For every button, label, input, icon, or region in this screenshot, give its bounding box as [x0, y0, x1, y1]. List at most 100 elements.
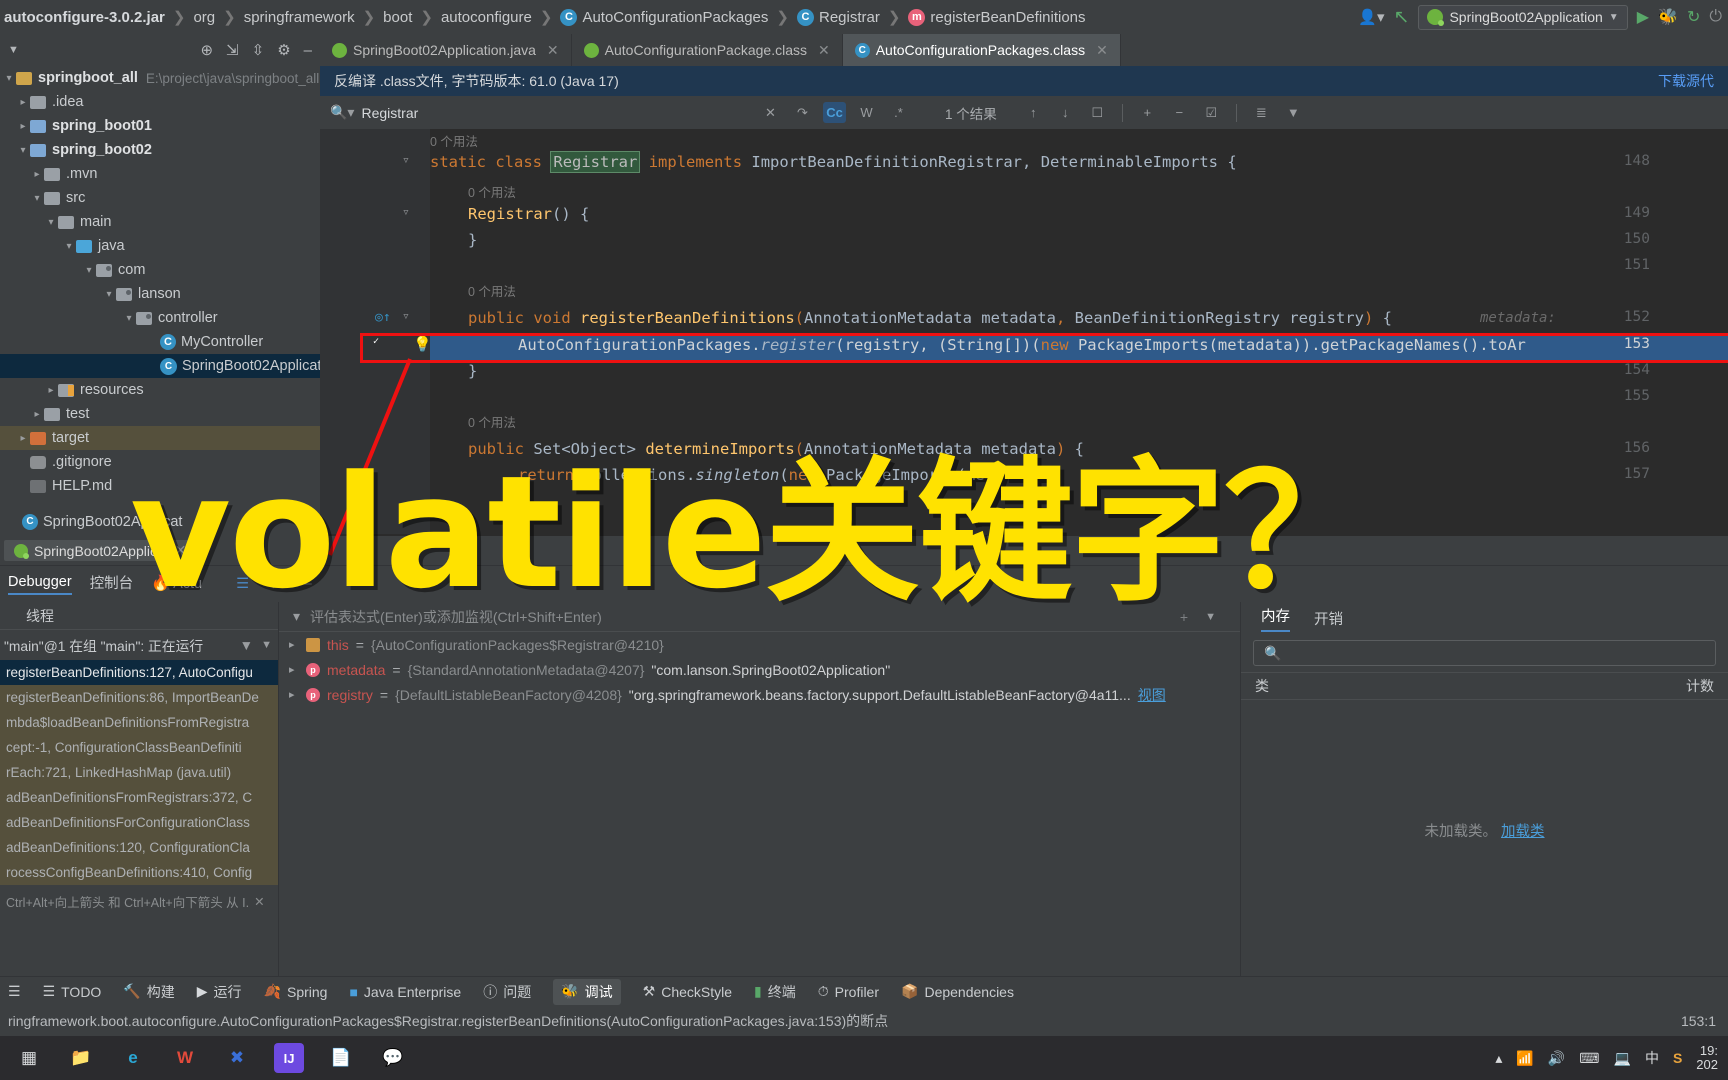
fold-marker-icon[interactable]: ▿: [402, 205, 410, 220]
browser-icon[interactable]: e: [118, 1043, 148, 1073]
close-icon[interactable]: ✕: [1096, 42, 1108, 59]
xmind-icon[interactable]: ✖: [222, 1043, 252, 1073]
tree-item-resources[interactable]: ▸ resources: [0, 378, 320, 402]
tree-item-spring-boot02[interactable]: ▾ spring_boot02: [0, 138, 320, 162]
ime-cn-icon[interactable]: 中: [1645, 1048, 1659, 1068]
whole-words-button[interactable]: W: [855, 102, 878, 123]
chevron-down-icon[interactable]: ▾: [62, 241, 76, 252]
breadcrumb-item-registerbeandefinitions[interactable]: m registerBeanDefinitions: [908, 8, 1086, 26]
chevron-right-icon[interactable]: ▸: [44, 385, 58, 396]
code-text-area[interactable]: 0 个用法 148 ▿ static class Registrar imple…: [320, 129, 1728, 534]
hide-icon[interactable]: –: [304, 42, 312, 59]
scroll-from-source-icon[interactable]: ⊕: [200, 41, 213, 59]
variable-row-metadata[interactable]: ▸ p metadata = {StandardAnnotationMetada…: [279, 657, 1240, 682]
match-case-button[interactable]: Cc: [823, 102, 846, 123]
sort-icon[interactable]: ≣: [1250, 102, 1273, 123]
expand-all-icon[interactable]: ⇲: [226, 41, 239, 59]
chevron-right-icon[interactable]: ▸: [289, 638, 299, 651]
add-watch-icon[interactable]: +: [1180, 609, 1188, 625]
tab-autoconfigurationpackage-class[interactable]: AutoConfigurationPackage.class ✕: [572, 34, 843, 66]
tab-autoconfigurationpackages-class[interactable]: C AutoConfigurationPackages.class ✕: [842, 34, 1121, 66]
filter-icon[interactable]: ▼: [239, 638, 253, 653]
tree-item-mycontroller[interactable]: ▸ C MyController: [0, 330, 320, 354]
chevron-down-icon[interactable]: ▼: [1205, 611, 1216, 623]
stop-icon[interactable]: ⏻: [1709, 8, 1722, 26]
chevron-right-icon[interactable]: ▸: [30, 409, 44, 420]
view-value-link[interactable]: 视图: [1138, 685, 1166, 705]
search-input[interactable]: 🔍▾ Registrar: [330, 104, 750, 121]
tree-item-lanson[interactable]: ▾ lanson: [0, 282, 320, 306]
memory-search-input[interactable]: 🔍: [1253, 640, 1716, 666]
taskbar-clock[interactable]: 19: 202: [1696, 1043, 1718, 1073]
breadcrumb-item-autoconfigure[interactable]: autoconfigure ❯: [441, 8, 560, 27]
settings-gear-icon[interactable]: ⚙: [277, 41, 290, 59]
stack-frame-row[interactable]: registerBeanDefinitions:86, ImportBeanDe: [0, 685, 278, 710]
load-classes-link[interactable]: 加载类: [1501, 824, 1545, 840]
keyboard-icon[interactable]: ⌨: [1579, 1050, 1599, 1067]
select-all-icon[interactable]: ☐: [1086, 102, 1109, 123]
intention-bulb-icon[interactable]: 💡: [413, 335, 432, 353]
fold-marker-icon[interactable]: ▿: [402, 153, 410, 168]
tree-item-target[interactable]: ▸ target: [0, 426, 320, 450]
tree-item-java[interactable]: ▾ java: [0, 234, 320, 258]
tree-item-com[interactable]: ▾ com: [0, 258, 320, 282]
tree-item-mvn[interactable]: ▸ .mvn: [0, 162, 320, 186]
file-explorer-icon[interactable]: 📁: [66, 1043, 96, 1073]
editor-gutter[interactable]: [320, 129, 430, 534]
stack-frame-row[interactable]: adBeanDefinitions:120, ConfigurationCla: [0, 835, 278, 860]
chevron-down-icon[interactable]: ▾: [293, 608, 300, 625]
collapse-all-icon[interactable]: ⇳: [252, 41, 265, 59]
volume-icon[interactable]: 🔊: [1548, 1050, 1565, 1067]
fold-marker-icon[interactable]: ▿: [402, 309, 410, 324]
tool-button-dependencies[interactable]: 📦 Dependencies: [901, 983, 1014, 1000]
tree-item-help-md[interactable]: ▸ HELP.md: [0, 474, 320, 498]
check-line-icon[interactable]: ☑: [1200, 102, 1223, 123]
close-icon[interactable]: ✕: [175, 542, 187, 559]
tab-springboot02application-java[interactable]: SpringBoot02Application.java ✕: [320, 34, 572, 66]
chevron-right-icon[interactable]: ▸: [16, 121, 30, 132]
show-all-windows-icon[interactable]: ☰: [8, 983, 21, 1000]
chevron-down-icon[interactable]: ▼: [8, 44, 19, 56]
stack-frame-row[interactable]: registerBeanDefinitions:127, AutoConfigu: [0, 660, 278, 685]
thread-selector[interactable]: "main"@1 在组 "main": 正在运行 ▼ ▼: [0, 630, 278, 660]
tree-item-controller[interactable]: ▾ controller: [0, 306, 320, 330]
tree-item-springboot02application[interactable]: ▸ C SpringBoot02Application: [0, 354, 320, 378]
stack-frame-row[interactable]: adBeanDefinitionsForConfigurationClass: [0, 810, 278, 835]
debug-session-tab[interactable]: SpringBoot02Applicat ✕: [4, 540, 197, 561]
tree-item-test[interactable]: ▸ test: [0, 402, 320, 426]
tab-actuator[interactable]: 🔥 Actu: [151, 574, 202, 595]
start-icon[interactable]: ▦: [14, 1043, 44, 1073]
tool-button-java-enterprise[interactable]: ■ Java Enterprise: [349, 984, 461, 1000]
chevron-down-icon[interactable]: ▾: [102, 289, 116, 300]
tool-button-problems[interactable]: ⓘ 问题: [483, 982, 531, 1002]
monitor-icon[interactable]: 💻: [1614, 1050, 1631, 1067]
tab-debugger[interactable]: Debugger: [8, 574, 72, 595]
settings-icon[interactable]: ⇩: [267, 576, 279, 592]
breadcrumb-item-registrar[interactable]: C Registrar ❯: [796, 8, 908, 26]
variable-row-registry[interactable]: ▸ p registry = {DefaultListableBeanFacto…: [279, 682, 1240, 707]
caret-position[interactable]: 153:1: [1681, 1013, 1716, 1029]
stack-frame-row[interactable]: mbda$loadBeanDefinitionsFromRegistra: [0, 710, 278, 735]
tab-console[interactable]: 控制台: [90, 572, 134, 596]
breadcrumb-item-springframework[interactable]: springframework ❯: [244, 8, 383, 27]
tool-button-build[interactable]: 🔨 构建: [123, 982, 174, 1002]
tool-button-profiler[interactable]: ⏱ Profiler: [818, 983, 879, 1000]
intellij-idea-icon[interactable]: IJ: [274, 1043, 304, 1073]
back-arrow-icon[interactable]: ↖: [1394, 6, 1410, 29]
user-icon[interactable]: 👤▾: [1358, 8, 1384, 26]
stack-frame-row[interactable]: rEach:721, LinkedHashMap (java.util): [0, 760, 278, 785]
breadcrumb-item-autoconfigurationpackages[interactable]: C AutoConfigurationPackages ❯: [560, 8, 797, 26]
tool-button-terminal[interactable]: ▮ 终端: [754, 982, 796, 1002]
tree-item-idea[interactable]: ▸ .idea: [0, 90, 320, 114]
override-marker-icon[interactable]: ◎↑: [375, 310, 391, 325]
remove-line-icon[interactable]: −: [1168, 102, 1191, 123]
notepad-icon[interactable]: 📄: [326, 1043, 356, 1073]
chevron-right-icon[interactable]: ▸: [16, 433, 30, 444]
variable-row-this[interactable]: ▸ this = {AutoConfigurationPackages$Regi…: [279, 632, 1240, 657]
arrow-up-icon[interactable]: ↑: [1022, 102, 1045, 123]
stack-frame-row[interactable]: rocessConfigBeanDefinitions:410, Config: [0, 860, 278, 885]
wifi-icon[interactable]: 📶: [1516, 1050, 1533, 1067]
tool-button-checkstyle[interactable]: ⚒ CheckStyle: [643, 983, 732, 1000]
tree-item-gitignore[interactable]: ▸ .gitignore: [0, 450, 320, 474]
chevron-down-icon[interactable]: ▾: [82, 265, 96, 276]
